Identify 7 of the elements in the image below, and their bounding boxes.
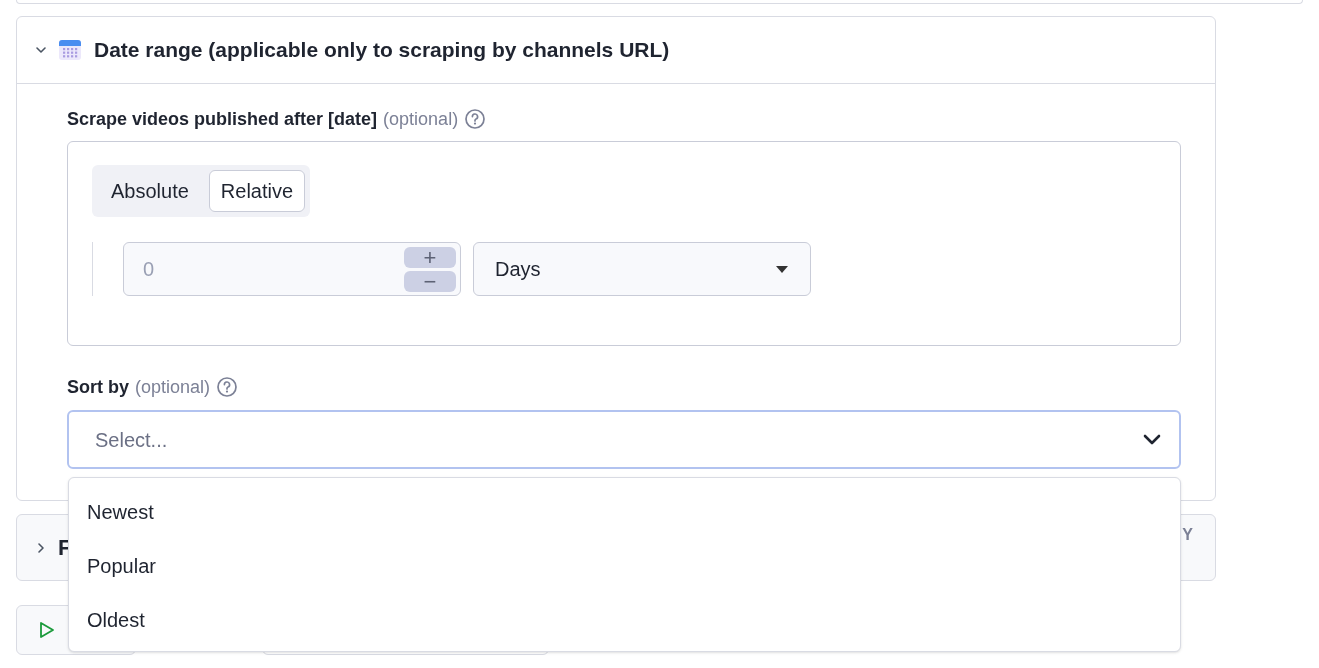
section-label: Y bbox=[1182, 525, 1193, 545]
select-placeholder: Select... bbox=[95, 427, 168, 453]
optional-hint: (optional) bbox=[135, 375, 211, 399]
field-label: Scrape videos published after [date] bbox=[67, 107, 378, 131]
optional-hint: (optional) bbox=[383, 107, 459, 131]
field-label: Sort by bbox=[67, 375, 129, 399]
section-title: Date range (applicable only to scraping by channels URL) bbox=[94, 37, 670, 64]
